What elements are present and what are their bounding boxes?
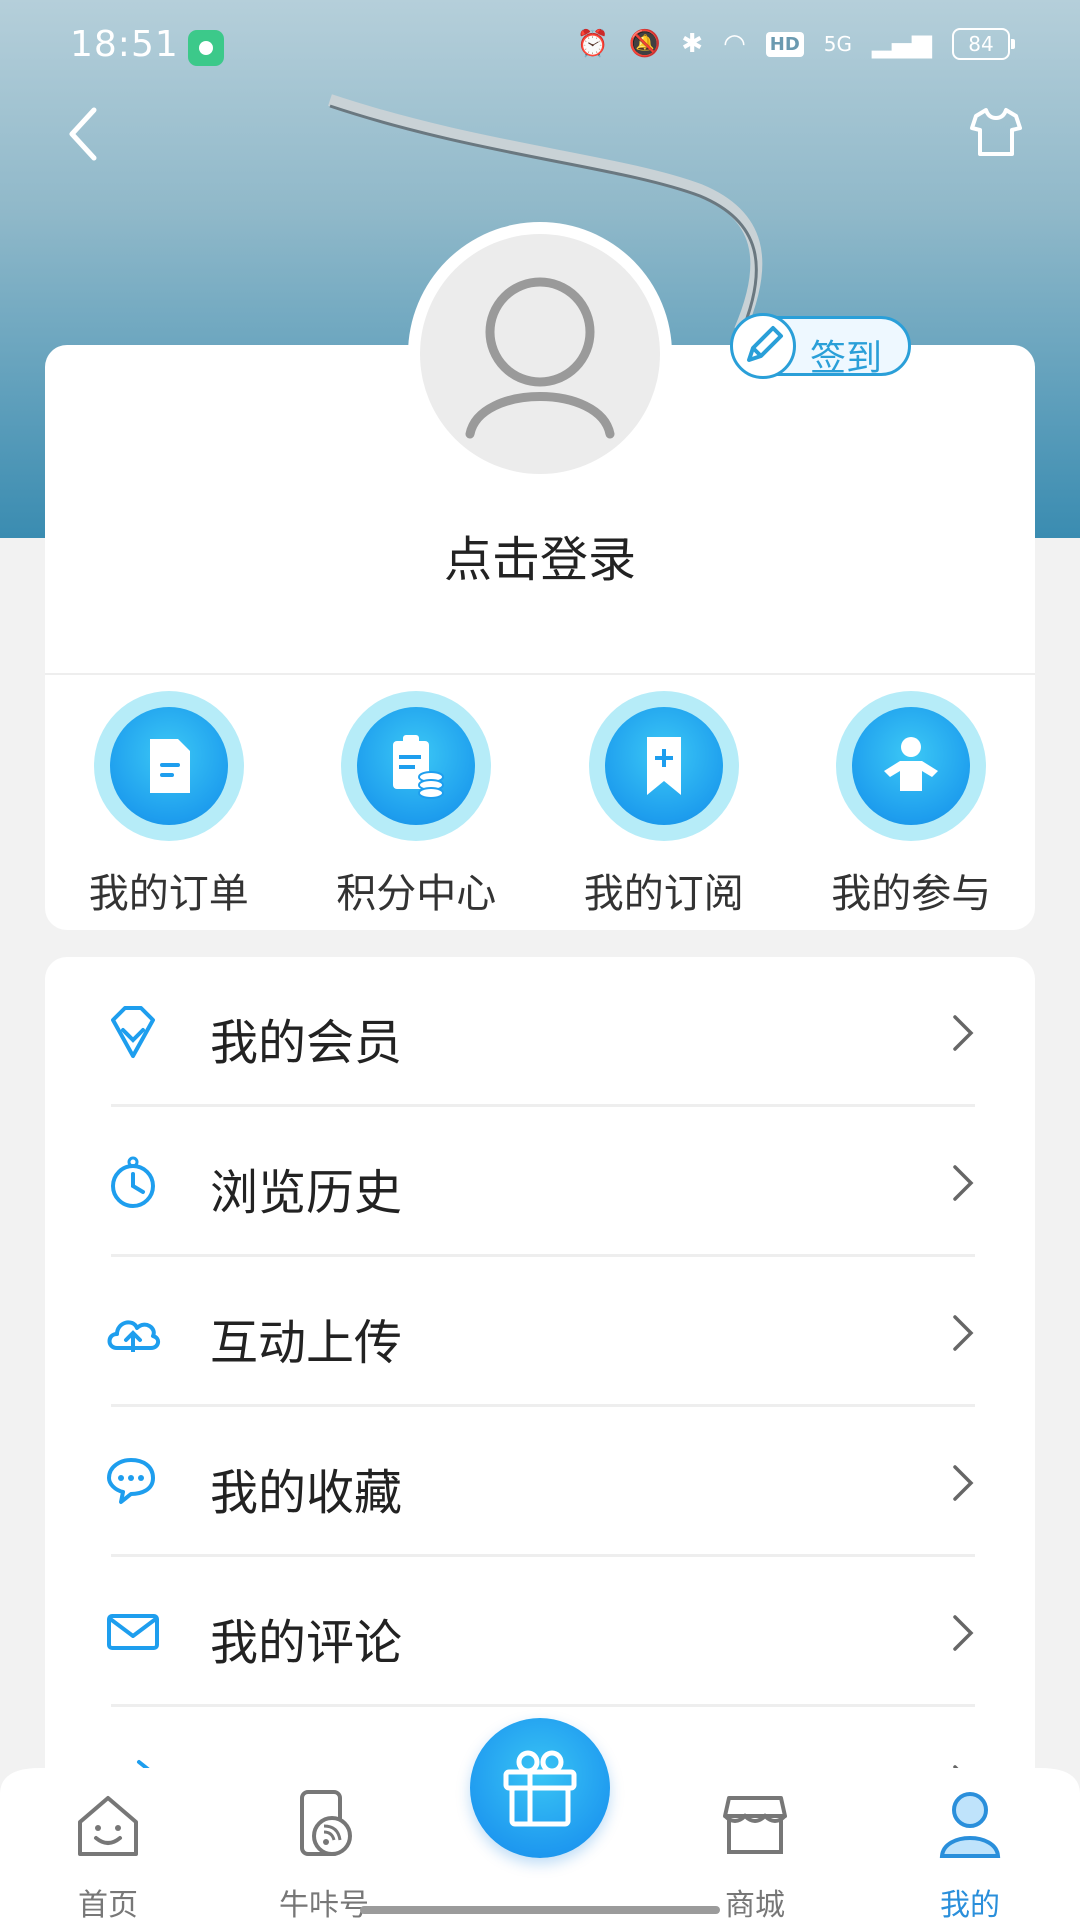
tab-label: 我的 [940, 1888, 1000, 1920]
menu-item-history[interactable]: 浏览历史 [45, 1107, 1035, 1257]
home-icon [78, 1796, 138, 1856]
bookmark-plus-icon [588, 691, 739, 841]
battery-icon: 84 [952, 28, 1015, 60]
chevron-right-icon [953, 1315, 974, 1351]
clipboard-coins-icon [341, 691, 492, 841]
hd-badge: HD [765, 31, 804, 57]
center-gift-button[interactable] [470, 1718, 610, 1858]
tab-mine[interactable]: 我的 [900, 1788, 1040, 1920]
login-link[interactable]: 点击登录 [0, 520, 1080, 590]
quick-action-orders[interactable]: 我的订单 [45, 685, 293, 925]
menu-item-label: 互动上传 [210, 1315, 403, 1371]
diamond-icon [111, 1006, 155, 1058]
tab-store[interactable]: 商城 [685, 1788, 825, 1920]
quick-action-label: 我的订阅 [583, 871, 744, 917]
app-notification-icon [188, 30, 224, 66]
chevron-left-icon[interactable] [60, 104, 108, 164]
signal-label: 5G [823, 32, 852, 56]
tab-home[interactable]: 首页 [38, 1788, 178, 1920]
wifi-icon: ◠ [723, 29, 746, 59]
store-icon [723, 1796, 787, 1854]
tab-label: 牛咔号 [279, 1888, 369, 1920]
tab-niukahao[interactable]: 牛咔号 [254, 1788, 394, 1920]
quick-action-points[interactable]: 积分中心 [293, 685, 541, 925]
quick-action-label: 积分中心 [336, 871, 497, 917]
menu-item-favorites[interactable]: 我的收藏 [45, 1407, 1035, 1557]
menu-item-label: 浏览历史 [210, 1165, 403, 1221]
mute-icon: 🔕 [628, 29, 662, 59]
chevron-right-icon [953, 1465, 974, 1501]
home-indicator[interactable] [360, 1906, 720, 1914]
checkin-label: 签到 [810, 338, 883, 379]
tshirt-icon[interactable] [968, 104, 1024, 160]
bluetooth-icon: ✱ [681, 29, 704, 59]
menu-item-label: 我的会员 [210, 1015, 403, 1071]
menu-item-label: 我的收藏 [210, 1465, 403, 1521]
menu-item-membership[interactable]: 我的会员 [45, 957, 1035, 1107]
checkin-button[interactable]: 签到 [730, 313, 911, 379]
quick-action-participation[interactable]: 我的参与 [788, 685, 1036, 925]
alarm-icon: ⏰ [576, 29, 609, 59]
tab-label: 商城 [725, 1888, 785, 1920]
quick-action-label: 我的参与 [831, 871, 992, 917]
mail-icon [107, 1614, 159, 1650]
quick-action-label: 我的订单 [88, 871, 249, 917]
divider [45, 673, 1035, 675]
gift-icon [503, 1750, 577, 1827]
user-icon [939, 1792, 1001, 1858]
menu-item-upload[interactable]: 互动上传 [45, 1257, 1035, 1407]
signal-icon: ▂▄▆ [872, 29, 932, 59]
user-placeholder-icon [465, 277, 615, 439]
phone-signal-icon [300, 1790, 352, 1856]
chat-bubbles-icon [107, 1458, 155, 1504]
document-icon [93, 691, 244, 841]
chevron-right-icon [953, 1615, 974, 1651]
person-icon [836, 691, 987, 841]
chevron-right-icon [953, 1165, 974, 1201]
cloud-upload-icon [107, 1320, 160, 1352]
avatar[interactable] [420, 234, 660, 474]
status-bar: 18:51 ⏰ 🔕 ✱ ◠ HD 5G ▂▄▆ 84 [0, 0, 1080, 96]
chevron-right-icon [953, 1015, 974, 1051]
pencil-icon [730, 313, 796, 379]
status-time: 18:51 [70, 24, 179, 65]
menu-item-label: 我的评论 [210, 1615, 403, 1671]
tab-label: 首页 [78, 1888, 138, 1920]
quick-action-subscriptions[interactable]: 我的订阅 [540, 685, 788, 925]
status-icons: ⏰ 🔕 ✱ ◠ HD 5G ▂▄▆ 84 [576, 28, 1015, 60]
clock-icon [111, 1156, 155, 1208]
menu-item-comments[interactable]: 我的评论 [45, 1557, 1035, 1707]
quick-actions: 我的订单 积分中心 我的订阅 我的参与 [45, 685, 1035, 925]
